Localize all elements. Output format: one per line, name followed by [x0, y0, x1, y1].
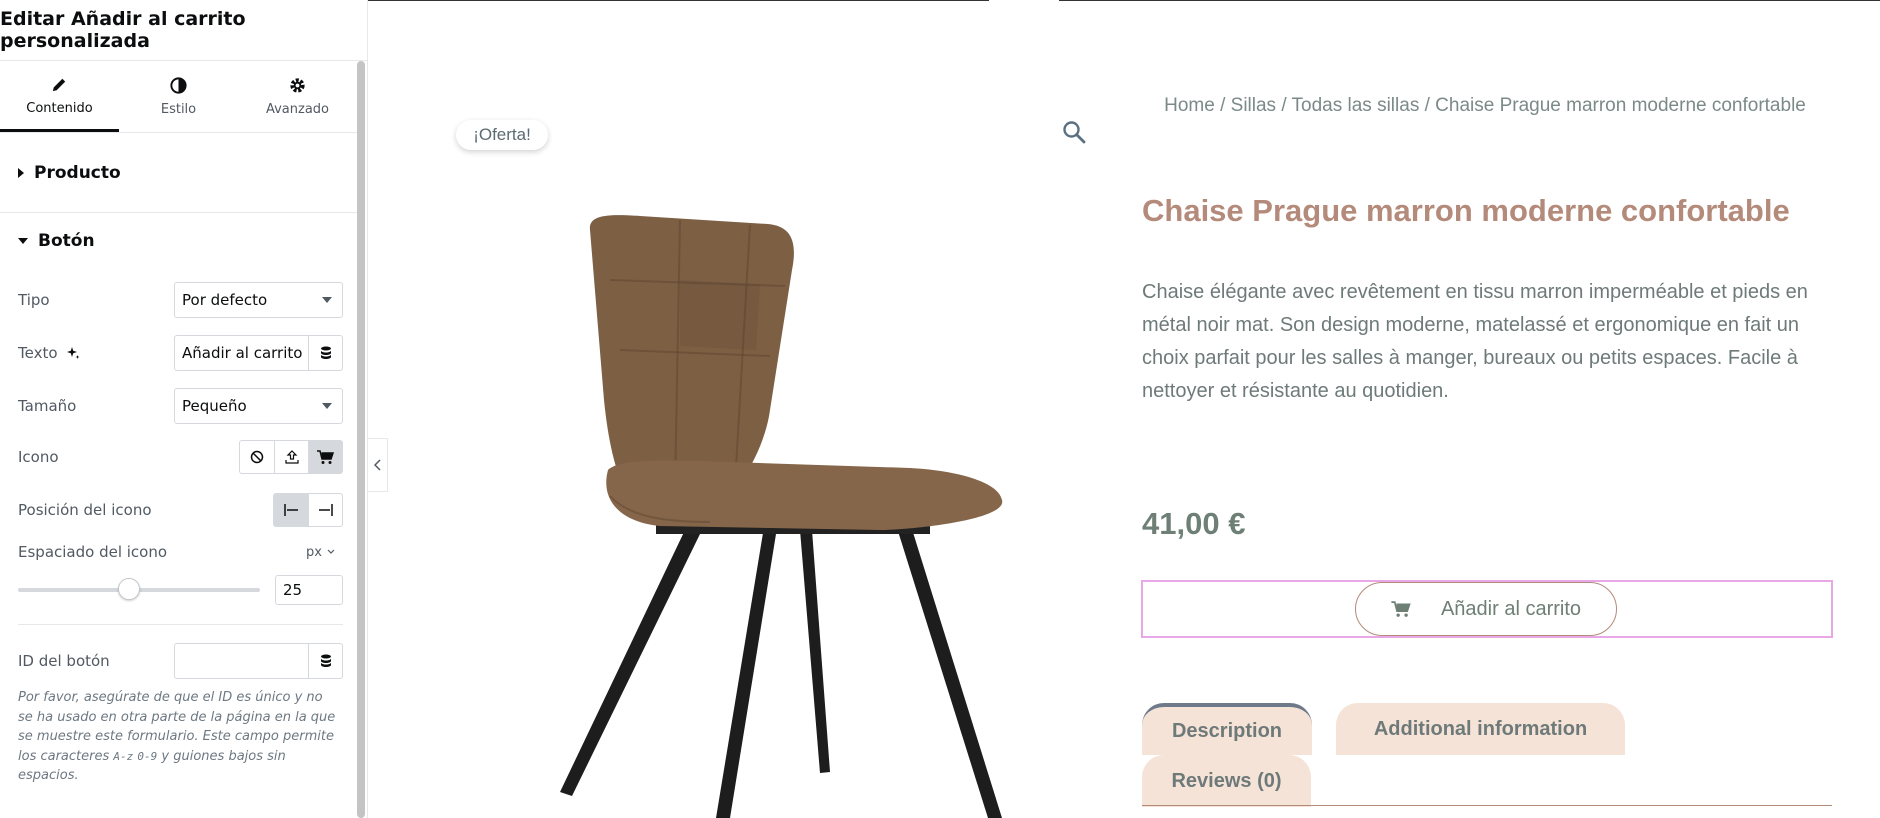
dynamic-tags-button[interactable] [308, 644, 342, 678]
chevron-down-icon [327, 549, 335, 554]
section-producto-label: Producto [34, 162, 121, 183]
help-code-2: 0-9 [137, 749, 158, 763]
divider [18, 624, 343, 625]
product-price: 41,00 € [1142, 506, 1246, 541]
tab-contenido[interactable]: Contenido [0, 61, 119, 132]
position-before-button[interactable] [274, 494, 308, 526]
field-texto-label: Texto [18, 344, 58, 362]
tipo-select[interactable]: Por defecto [174, 282, 343, 318]
icon-library-button[interactable] [308, 441, 342, 473]
caret-down-icon [18, 238, 28, 244]
tab-contenido-label: Contenido [26, 100, 93, 116]
panel-title: Editar Añadir al carrito personalizada [0, 0, 367, 61]
espaciado-input[interactable]: 25 [275, 575, 343, 605]
field-texto: Texto Añadir al carrito [18, 335, 343, 371]
panel-tabs: Contenido Estilo Avanzado [0, 61, 357, 133]
field-id: ID del botón [18, 643, 343, 679]
field-tamano-label: Tamaño [18, 397, 77, 415]
field-id-label: ID del botón [18, 652, 110, 670]
section-boton-label: Botón [38, 231, 95, 251]
help-code-1: A-z [113, 749, 134, 763]
id-input[interactable] [175, 644, 308, 678]
contrast-icon [170, 77, 187, 94]
tab-estilo[interactable]: Estilo [119, 61, 238, 132]
field-icono: Icono [18, 440, 343, 474]
align-start-icon [284, 504, 298, 516]
product-image[interactable] [530, 200, 1010, 818]
cart-icon [317, 449, 334, 464]
tab-avanzado-label: Avanzado [265, 102, 330, 117]
field-tipo: Tipo Por defecto [18, 282, 343, 318]
collapse-panel-button[interactable] [368, 438, 388, 492]
tab-avanzado[interactable]: Avanzado [238, 61, 357, 132]
field-tipo-label: Tipo [18, 291, 50, 309]
editor-panel: Editar Añadir al carrito personalizada C… [0, 0, 368, 818]
field-espaciado: Espaciado del icono px [18, 543, 343, 561]
tipo-select-value: Por defecto [182, 291, 268, 309]
gear-icon [290, 78, 305, 93]
tab-reviews[interactable]: Reviews (0) [1142, 755, 1311, 807]
position-after-button[interactable] [308, 494, 342, 526]
top-border [368, 0, 989, 1]
panel-scrollbar[interactable] [357, 61, 365, 818]
product-description: Chaise élégante avec revêtement en tissu… [1142, 281, 1808, 402]
tab-description[interactable]: Description [1142, 703, 1312, 755]
caret-right-icon [18, 167, 24, 178]
align-end-icon [318, 504, 333, 516]
unit-value: px [306, 544, 322, 560]
zoom-icon[interactable] [1062, 120, 1086, 144]
tamano-select[interactable]: Pequeño [174, 388, 343, 424]
tabs-underline [1142, 805, 1832, 806]
section-producto[interactable]: Producto [0, 133, 357, 213]
upload-icon [284, 450, 299, 464]
chevron-down-icon [322, 403, 332, 409]
chevron-left-icon [373, 459, 381, 471]
tab-estilo-label: Estilo [160, 102, 197, 117]
id-input-group [174, 643, 343, 679]
icon-none-button[interactable] [240, 441, 274, 473]
field-tamano: Tamaño Pequeño [18, 388, 343, 424]
database-icon [320, 654, 331, 667]
top-border [1059, 0, 1880, 1]
icono-choices [239, 440, 343, 474]
pencil-icon [52, 78, 66, 91]
section-boton[interactable]: Botón [0, 213, 357, 269]
breadcrumb[interactable]: Home / Sillas / Todas las sillas / Chais… [1142, 91, 1828, 121]
add-to-cart-button[interactable]: Añadir al carrito [1355, 582, 1617, 636]
sale-badge: ¡Oferta! [456, 120, 548, 150]
dynamic-tags-button[interactable] [308, 336, 342, 370]
espaciado-slider-handle[interactable] [118, 578, 141, 600]
product-title: Chaise Prague marron moderne confortable [1142, 193, 1790, 228]
ai-sparkle-icon[interactable] [66, 346, 80, 360]
tab-additional-information[interactable]: Additional information [1336, 703, 1625, 755]
field-espaciado-label: Espaciado del icono [18, 543, 168, 561]
field-icono-label: Icono [18, 448, 59, 466]
field-texto-label-wrap: Texto [18, 344, 80, 362]
add-to-cart-label: Añadir al carrito [1440, 597, 1582, 620]
field-posicion-label: Posición del icono [18, 501, 152, 519]
database-icon [320, 346, 331, 359]
field-posicion: Posición del icono [18, 493, 343, 527]
chevron-down-icon [322, 297, 332, 303]
app: Editar Añadir al carrito personalizada C… [0, 0, 1880, 818]
unit-selector[interactable]: px [306, 545, 335, 560]
tamano-select-value: Pequeño [182, 397, 247, 415]
texto-input[interactable]: Añadir al carrito [175, 336, 308, 370]
posicion-choices [273, 493, 343, 527]
ban-icon [250, 450, 264, 464]
icon-upload-button[interactable] [274, 441, 308, 473]
id-help-text: Por favor, asegúrate de que el ID es úni… [18, 688, 340, 786]
cart-icon [1391, 600, 1411, 617]
texto-input-group: Añadir al carrito [174, 335, 343, 371]
